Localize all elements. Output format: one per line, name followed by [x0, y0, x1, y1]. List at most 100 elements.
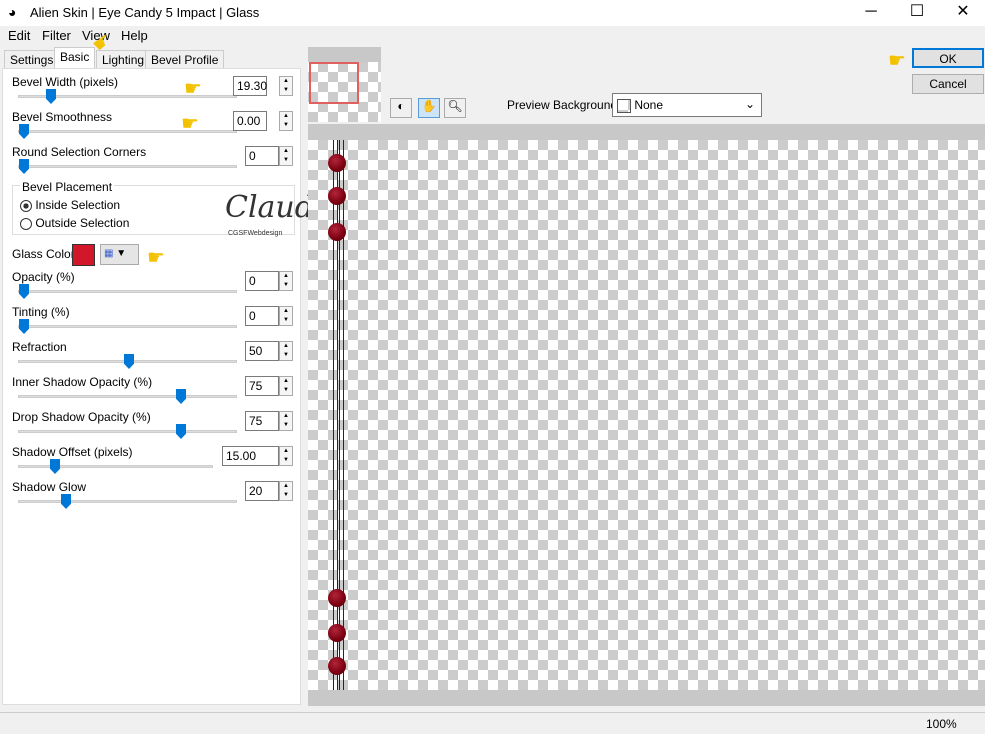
glass-bead — [328, 154, 346, 172]
opacity-label: Opacity (%) — [12, 270, 75, 284]
preview-bottom-bar — [308, 690, 985, 706]
pointing-hand-icon: ☛ — [181, 113, 199, 135]
tab-basic[interactable]: Basic — [54, 47, 96, 69]
pointing-hand-icon: ☛ — [147, 247, 165, 269]
bevel_width-label: Bevel Width (pixels) — [12, 75, 119, 89]
pointing-hand-icon: ☛ — [888, 50, 906, 72]
spin-down-icon: ▼ — [283, 157, 289, 163]
tinting-spinner[interactable]: ▲ ▼ — [279, 306, 293, 326]
preview-background-select[interactable]: None ⌄ — [612, 93, 762, 117]
bevel_smoothness-label: Bevel Smoothness — [12, 110, 113, 124]
pointing-hand-icon: ☛ — [184, 78, 202, 100]
round_corners-slider[interactable] — [18, 159, 237, 174]
pan-tool-button[interactable]: ✋ — [418, 98, 440, 118]
preview-canvas[interactable] — [308, 140, 985, 690]
spin-down-icon: ▼ — [283, 282, 289, 288]
refraction-spinner[interactable]: ▲ ▼ — [279, 341, 293, 361]
spin-down-icon: ▼ — [283, 87, 289, 93]
inner_shadow-slider[interactable] — [18, 389, 237, 404]
shadow_offset-slider[interactable] — [18, 459, 213, 474]
refraction-slider[interactable] — [18, 354, 237, 369]
spin-up-icon: ▲ — [283, 378, 289, 384]
close-button[interactable]: ✕ — [940, 0, 985, 26]
round_corners-label: Round Selection Corners — [12, 145, 147, 159]
chevron-down-icon: ⌄ — [744, 97, 755, 111]
tab-lighting[interactable]: Lighting — [96, 50, 151, 68]
cancel-button[interactable]: Cancel — [912, 74, 984, 94]
hand-icon: ✋ — [421, 99, 437, 113]
tinting-input[interactable]: 0 — [245, 306, 279, 326]
inner_shadow-input[interactable]: 75 — [245, 376, 279, 396]
glass-bead — [328, 657, 346, 675]
minimize-button[interactable]: ─ — [848, 0, 894, 26]
spin-up-icon: ▲ — [283, 273, 289, 279]
bevel_smoothness-spinner[interactable]: ▲ ▼ — [279, 111, 293, 131]
menu-bar: Edit Filter View Help — [0, 26, 300, 46]
spin-down-icon: ▼ — [283, 457, 289, 463]
menu-filter[interactable]: Filter — [42, 28, 71, 43]
glass-bead — [328, 589, 346, 607]
opacity-input[interactable]: 0 — [245, 271, 279, 291]
radio-checked-icon — [20, 199, 32, 212]
select-value: None — [634, 98, 664, 112]
navigator-frame — [308, 47, 381, 62]
preview-toggle-icon: ◐ — [397, 99, 405, 113]
bevel-placement-label: Bevel Placement — [20, 180, 115, 194]
drop_shadow-input[interactable]: 75 — [245, 411, 279, 431]
maximize-button[interactable]: ☐ — [894, 0, 940, 26]
opacity-slider[interactable] — [18, 284, 237, 299]
glass-color-swatch[interactable] — [72, 244, 95, 266]
shadow_offset-spinner[interactable]: ▲ ▼ — [279, 446, 293, 466]
status-bar: 100% — [0, 712, 985, 734]
menu-edit[interactable]: Edit — [8, 28, 30, 43]
shadow_offset-input[interactable]: 15.00 — [222, 446, 279, 466]
drop_shadow-spinner[interactable]: ▲ ▼ — [279, 411, 293, 431]
preview-toggle-button[interactable]: ◐ — [390, 98, 412, 118]
shadow_glow-slider[interactable] — [18, 494, 237, 509]
bevel_smoothness-input[interactable]: 0.00 — [233, 111, 267, 131]
spin-down-icon: ▼ — [283, 422, 289, 428]
bevel_smoothness-slider[interactable] — [18, 124, 237, 139]
round_corners-input[interactable]: 0 — [245, 146, 279, 166]
opacity-spinner[interactable]: ▲ ▼ — [279, 271, 293, 291]
radio-label: Outside Selection — [35, 216, 130, 230]
glass-color-label: Glass Color — [12, 247, 75, 261]
window-title: Alien Skin | Eye Candy 5 Impact | Glass — [30, 5, 260, 20]
tab-settings[interactable]: Settings — [4, 50, 60, 68]
spin-up-icon: ▲ — [283, 308, 289, 314]
title-bar: ◕ Alien Skin | Eye Candy 5 Impact | Glas… — [0, 0, 985, 26]
bevel_width-slider[interactable] — [18, 89, 237, 104]
tab-bevel-profile[interactable]: Bevel Profile — [145, 50, 225, 68]
radio-outside-selection[interactable]: Outside Selection — [20, 216, 129, 230]
none-swatch-icon — [617, 98, 631, 113]
radio-unchecked-icon — [20, 217, 32, 230]
navigator-viewport[interactable] — [309, 62, 359, 104]
glass-bead — [328, 223, 346, 241]
ok-button[interactable]: OK — [912, 48, 984, 68]
bevel_width-spinner[interactable]: ▲ ▼ — [279, 76, 293, 96]
radio-label: Inside Selection — [35, 198, 121, 212]
color-palette-button[interactable]: ▦ ▼ — [100, 244, 139, 265]
inner_shadow-label: Inner Shadow Opacity (%) — [12, 375, 153, 389]
dropdown-arrow-icon: ▼ — [116, 248, 127, 259]
shadow_offset-label: Shadow Offset (pixels) — [12, 445, 133, 459]
tinting-label: Tinting (%) — [12, 305, 70, 319]
app-icon: ◕ — [8, 4, 17, 20]
bevel_width-input[interactable]: 19.30 — [233, 76, 267, 96]
refraction-input[interactable]: 50 — [245, 341, 279, 361]
preview-background-label: Preview Background: — [507, 98, 621, 112]
spin-up-icon: ▲ — [283, 413, 289, 419]
spin-up-icon: ▲ — [283, 148, 289, 154]
drop_shadow-slider[interactable] — [18, 424, 237, 439]
shadow_glow-input[interactable]: 20 — [245, 481, 279, 501]
shadow_glow-spinner[interactable]: ▲ ▼ — [279, 481, 293, 501]
menu-help[interactable]: Help — [121, 28, 148, 43]
zoom-tool-button[interactable]: 🔍︎ — [444, 98, 466, 118]
tinting-slider[interactable] — [18, 319, 237, 334]
inner_shadow-spinner[interactable]: ▲ ▼ — [279, 376, 293, 396]
spin-down-icon: ▼ — [283, 317, 289, 323]
round_corners-spinner[interactable]: ▲ ▼ — [279, 146, 293, 166]
radio-inside-selection[interactable]: Inside Selection — [20, 198, 120, 212]
spin-up-icon: ▲ — [283, 343, 289, 349]
glass-bead — [328, 624, 346, 642]
